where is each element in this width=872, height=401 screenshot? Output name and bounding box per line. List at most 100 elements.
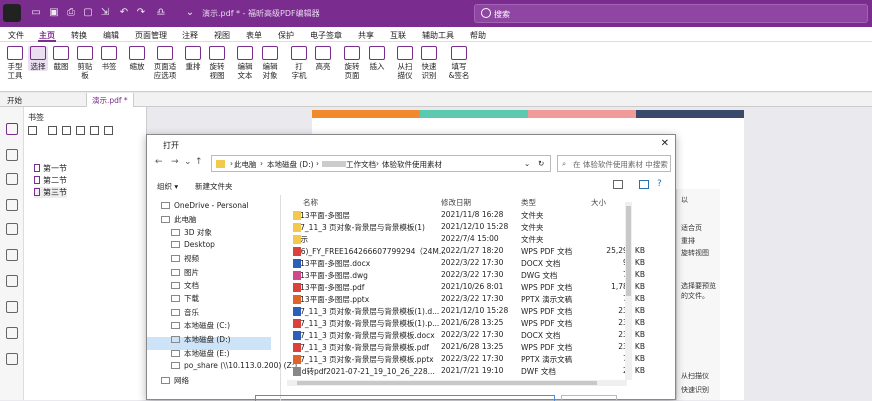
pages-panel-icon[interactable]	[6, 149, 18, 161]
breadcrumb-item[interactable]: 体验软件使用素材	[382, 159, 442, 170]
tree-item[interactable]: 3D 对象	[171, 227, 212, 238]
column-header-name[interactable]: 名称	[303, 197, 318, 208]
attachments-panel-icon[interactable]	[6, 223, 18, 235]
tab-document[interactable]: 演示.pdf *	[86, 93, 134, 107]
breadcrumb-item[interactable]: 本地磁盘 (D:)	[267, 159, 314, 170]
search-input[interactable]: 搜索	[474, 4, 868, 23]
signature-panel-icon[interactable]	[6, 249, 18, 261]
close-icon[interactable]: ✕	[661, 138, 669, 149]
export-icon[interactable]: ⇲	[99, 7, 111, 19]
fit-page-button[interactable]: 页面适 应选项	[150, 46, 180, 80]
bookmark-item[interactable]: 第三节	[34, 187, 67, 198]
menu-page-manage[interactable]: 页面管理	[135, 30, 167, 41]
bookmark-options-icon[interactable]	[28, 126, 37, 135]
right-panel-item[interactable]: 以	[681, 195, 688, 205]
tab-start[interactable]: 开始	[2, 93, 27, 107]
right-panel-item[interactable]: 快速识别	[681, 385, 709, 395]
tree-item[interactable]: Desktop	[171, 240, 215, 249]
menu-protect[interactable]: 保护	[278, 30, 294, 41]
highlight-button[interactable]: 高亮	[312, 46, 334, 71]
menu-help[interactable]: 帮助	[470, 30, 486, 41]
chevron-down-icon[interactable]: ⌄	[184, 157, 192, 167]
file-row[interactable]: (56)_FY_FREE164266607799294（24M... 2022/1…	[293, 245, 653, 257]
refresh-icon[interactable]: ↻	[538, 159, 544, 168]
comments-panel-icon[interactable]	[6, 173, 18, 185]
file-row[interactable]: 5.13平面-多图层.dwg 2022/3/22 17:30 DWG 文档 74 KB	[293, 269, 653, 281]
reflow-button[interactable]: 重排	[183, 46, 203, 71]
menu-annotate[interactable]: 注释	[182, 30, 198, 41]
file-row[interactable]: 7.7_11_3 页对象-背景层与背景模板.docx 2022/3/22 17:3…	[293, 329, 653, 341]
file-row[interactable]: 5.13平面-多图层 2021/11/8 16:28 文件夹	[293, 209, 653, 221]
column-header-type[interactable]: 类型	[521, 197, 536, 208]
tree-item[interactable]: 文档	[171, 280, 199, 291]
tree-item[interactable]: OneDrive - Personal	[161, 201, 249, 210]
menu-edit[interactable]: 编辑	[103, 30, 119, 41]
tree-item[interactable]: 音乐	[171, 307, 199, 318]
forward-icon[interactable]: →	[171, 157, 179, 167]
file-row[interactable]: 7.7_11_3 页对象-背景层与背景模板.pdf 2021/6/28 13:25…	[293, 341, 653, 353]
file-row[interactable]: 演示2022/7/4 15:00文件夹	[293, 233, 653, 245]
menu-view[interactable]: 视图	[214, 30, 230, 41]
lock-icon[interactable]	[6, 275, 18, 287]
breadcrumb-item[interactable]: 此电脑	[234, 159, 257, 170]
tree-item[interactable]: 本地磁盘 (E:)	[171, 348, 230, 359]
menu-form[interactable]: 表单	[246, 30, 262, 41]
layers-panel-icon[interactable]	[6, 199, 18, 211]
bookmark-item[interactable]: 第二节	[34, 175, 67, 186]
menu-convert[interactable]: 转换	[71, 30, 87, 41]
menu-share[interactable]: 共享	[358, 30, 374, 41]
menu-file[interactable]: 文件	[8, 30, 24, 41]
right-panel-item[interactable]: 从扫描仪	[681, 371, 709, 381]
filename-input[interactable]	[255, 395, 555, 401]
back-icon[interactable]: ←	[155, 157, 163, 167]
bookmark-item[interactable]: 第一节	[34, 163, 67, 174]
right-panel-item[interactable]: 重排	[681, 236, 695, 246]
address-bar[interactable]: › 此电脑 › 本地磁盘 (D:) › 工作文档 › 体验软件使用素材 ⌄ ↻	[211, 155, 551, 172]
horizontal-scrollbar[interactable]	[287, 380, 627, 386]
insert-button[interactable]: 插入	[366, 46, 388, 71]
file-row[interactable]: 7.7_11_3 页对象-背景层与背景模板(1).p... 2021/6/28 1…	[293, 317, 653, 329]
vertical-scrollbar[interactable]	[625, 202, 632, 380]
bookmark-button[interactable]: 书签	[98, 46, 120, 71]
tree-item[interactable]: 下载	[171, 293, 199, 304]
scrollbar-thumb[interactable]	[626, 206, 631, 296]
save-icon[interactable]: ▣	[48, 7, 60, 19]
clipboard-button[interactable]: 剪贴 板	[74, 46, 96, 80]
breadcrumb-item[interactable]: 工作文档	[346, 159, 376, 170]
scrollbar-thumb[interactable]	[297, 381, 597, 385]
edit-object-button[interactable]: 编辑 对象	[258, 46, 282, 80]
rotate-view-button[interactable]: 旋转 视图	[206, 46, 228, 80]
right-panel-item[interactable]: 适合页	[681, 223, 702, 233]
menu-tools[interactable]: 辅助工具	[422, 30, 454, 41]
folder-search-input[interactable]: ⌕ 在 体验软件使用素材 中搜索	[557, 155, 671, 172]
new-icon[interactable]: ▢	[82, 7, 94, 19]
menu-esign[interactable]: 电子签章	[310, 30, 342, 41]
file-row[interactable]: 5.13平面-多图层.pdf 2021/10/26 8:01 WPS PDF 文档 1…	[293, 281, 653, 293]
new-folder-button[interactable]: 新建文件夹	[195, 181, 233, 192]
fields-panel-icon[interactable]	[6, 353, 18, 365]
hand-icon[interactable]: ♎	[155, 7, 167, 19]
file-type-select[interactable]	[561, 395, 617, 401]
bookmark-panel-icon[interactable]	[6, 123, 18, 135]
file-row[interactable]: 7.7_11_3 页对象-背景层与背景模板(1).d... 2021/12/10 …	[293, 305, 653, 317]
fill-sign-button[interactable]: 填写 &签名	[446, 46, 472, 80]
menu-connect[interactable]: 互联	[390, 30, 406, 41]
up-icon[interactable]: ↑	[195, 157, 203, 167]
expand-icon[interactable]	[76, 126, 85, 135]
open-icon[interactable]: ▭	[30, 7, 42, 19]
tree-item[interactable]: 图片	[171, 267, 199, 278]
file-row[interactable]: cad转pdf2021-07-21_19_10_26_228... 2021/7/…	[293, 365, 653, 377]
zoom-button[interactable]: 缩放	[126, 46, 148, 71]
edit-text-button[interactable]: 编辑 文本	[234, 46, 256, 80]
hand-tool-button[interactable]: 手型 工具	[4, 46, 26, 80]
file-row[interactable]: 7.7_11_3 页对象-背景层与背景模板(1) 2021/12/10 15:28…	[293, 221, 653, 233]
add-bookmark-icon[interactable]	[48, 126, 57, 135]
tree-item[interactable]: po_share (\\10.113.0.200) (Z:)	[171, 361, 297, 370]
redo-icon[interactable]: ↷	[135, 7, 147, 19]
column-header-date[interactable]: 修改日期	[441, 197, 471, 208]
rotate-page-button[interactable]: 旋转 页面	[340, 46, 364, 80]
collapse-icon[interactable]	[90, 126, 99, 135]
right-panel-item[interactable]: 旋转视图	[681, 248, 709, 258]
preview-pane-icon[interactable]	[639, 180, 649, 189]
move-up-icon[interactable]	[104, 126, 113, 135]
